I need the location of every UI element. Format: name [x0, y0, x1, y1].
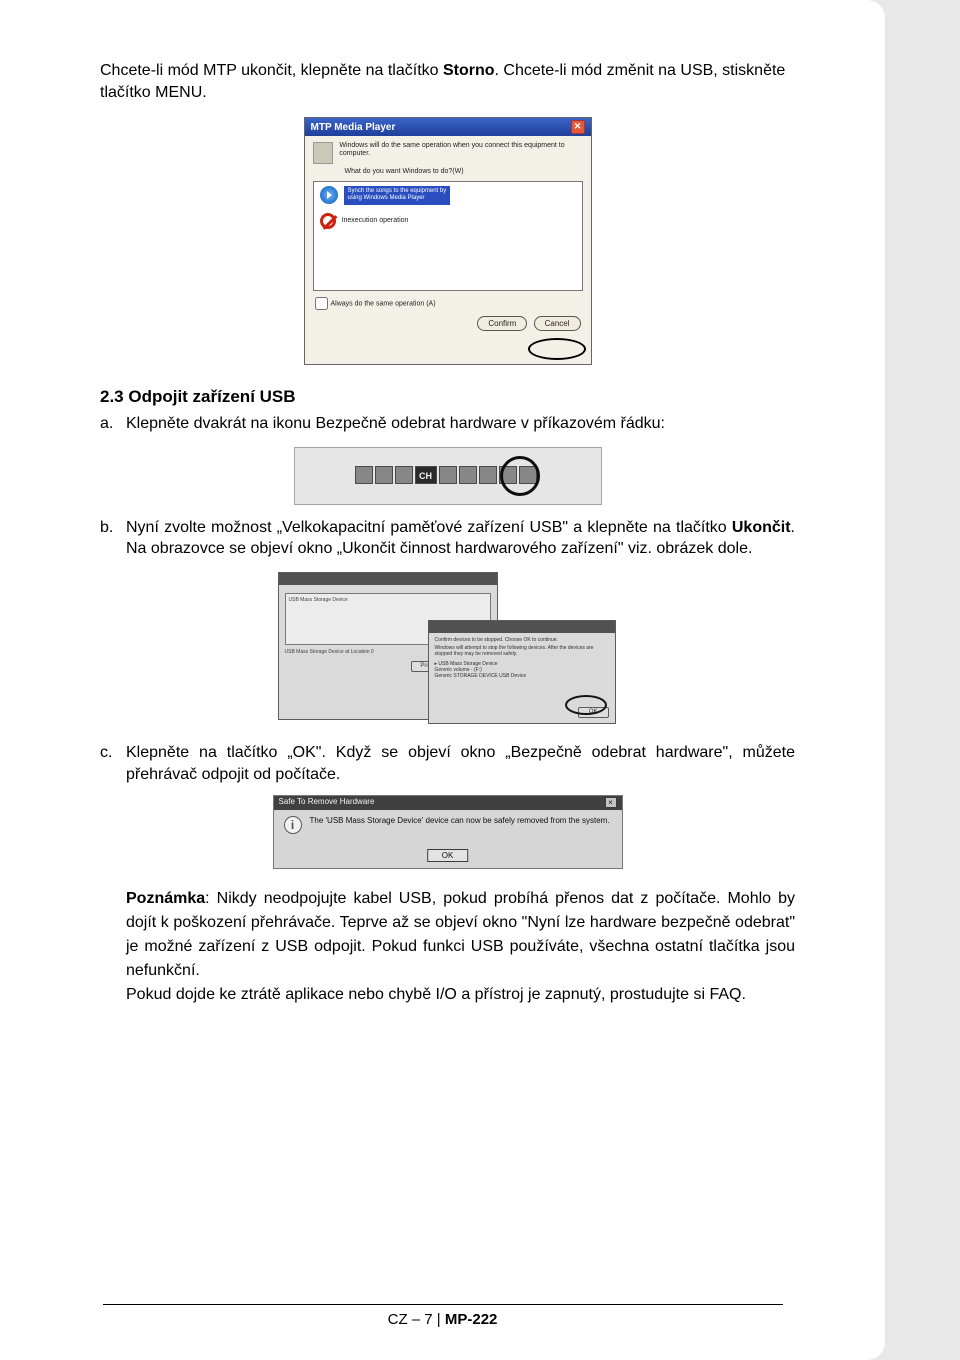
- page-footer: CZ – 7 | MP-222: [0, 1304, 885, 1328]
- intro-bold: Storno: [443, 62, 495, 79]
- tray-icon: [479, 466, 497, 484]
- footer-rule: [103, 1304, 783, 1305]
- tray-icon: [395, 466, 413, 484]
- safe-remove-screenshot: Safe To Remove Hardware × i The 'USB Mas…: [273, 795, 623, 869]
- tray-icon: [355, 466, 373, 484]
- tray-screenshot: CH: [294, 447, 602, 505]
- device-entry: USB Mass Storage Device: [289, 597, 348, 603]
- tray-icon: [439, 466, 457, 484]
- tray-highlight-circle: [500, 456, 540, 496]
- cancel-highlight-circle: [528, 338, 586, 360]
- step-b: b. Nyní zvolte možnost „Velkokapacitní p…: [100, 517, 795, 560]
- cancel-button[interactable]: Cancel: [534, 316, 581, 331]
- safe-title: Safe To Remove Hardware: [279, 797, 375, 809]
- ok-highlight-circle: [565, 695, 607, 715]
- always-checkbox[interactable]: [315, 297, 328, 310]
- device-icon: [313, 142, 334, 164]
- prohibit-icon: [320, 213, 336, 229]
- close-icon[interactable]: ✕: [571, 120, 585, 134]
- close-icon[interactable]: ×: [605, 797, 617, 808]
- dialog-question: What do you want Windows to do?(W): [305, 168, 591, 179]
- mtp-dialog-screenshot: MTP Media Player ✕ Windows will do the s…: [304, 117, 592, 365]
- note-paragraph: Poznámka: Nikdy neodpojujte kabel USB, p…: [126, 887, 795, 1007]
- stop-device-dialog: Confirm devices to be stopped. Choose OK…: [428, 620, 616, 724]
- dialog-option-sync[interactable]: Synch the songs to the equipment by usin…: [320, 186, 576, 204]
- intro-prefix: Chcete-li mód MTP ukončit, klepněte na t…: [100, 62, 443, 79]
- play-icon: [320, 186, 338, 204]
- section-heading: 2.3 Odpojit zařízení USB: [100, 387, 795, 407]
- step-c: c. Klepněte na tlačítko „OK". Když se ob…: [100, 742, 795, 785]
- remove-hw-screenshot: USB Mass Storage Device USB Mass Storage…: [278, 572, 618, 730]
- ok-button[interactable]: OK: [427, 849, 469, 862]
- safe-msg: The 'USB Mass Storage Device' device can…: [310, 816, 610, 825]
- intro-paragraph: Chcete-li mód MTP ukončit, klepněte na t…: [100, 60, 795, 103]
- confirm-button[interactable]: Confirm: [477, 316, 527, 331]
- dialog-option-noaction[interactable]: Inexecution operation: [320, 213, 576, 229]
- dialog-title: MTP Media Player: [311, 122, 396, 133]
- step-a: a. Klepněte dvakrát na ikonu Bezpečně od…: [100, 413, 795, 435]
- info-icon: i: [284, 816, 302, 834]
- tray-icon: [459, 466, 477, 484]
- tray-icon: [375, 466, 393, 484]
- tray-icon-ch: CH: [415, 466, 437, 484]
- always-checkbox-row[interactable]: Always do the same operation (A): [305, 293, 591, 314]
- dialog-msg: Windows will do the same operation when …: [339, 142, 582, 164]
